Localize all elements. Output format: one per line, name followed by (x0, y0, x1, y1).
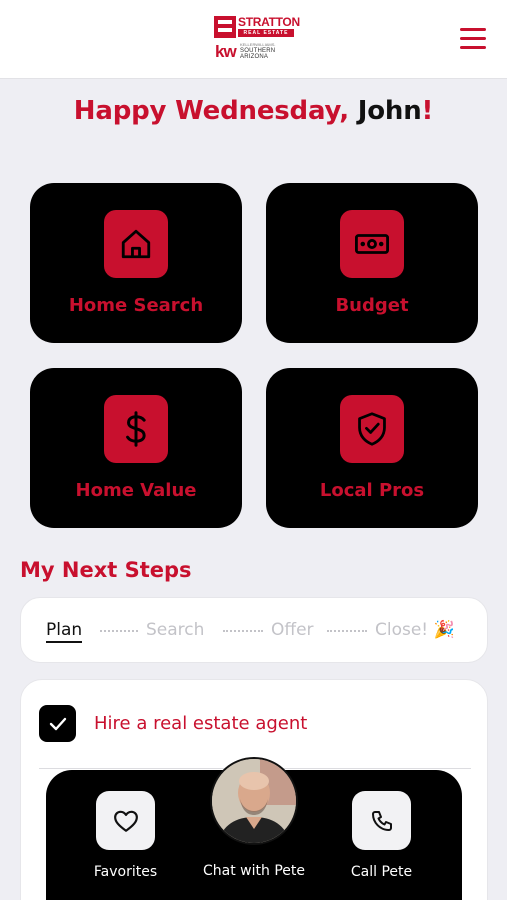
greeting-prefix: Happy Wednesday, (73, 96, 358, 126)
logo-brand: STRATTON (238, 15, 300, 29)
call-label: Call Pete (350, 864, 413, 880)
logo-office: SOUTHERN ARIZONA (240, 48, 276, 60)
step-offer[interactable]: Offer (271, 620, 314, 640)
steps-progress-card: Plan Search Offer Close! 🎉 (20, 597, 488, 663)
tile-label: Home Value (75, 480, 197, 501)
tile-label: Local Pros (319, 480, 425, 501)
tile-label: Home Search (68, 295, 204, 316)
shield-check-icon (340, 395, 404, 463)
dollar-icon (104, 395, 168, 463)
tile-home-value[interactable]: Home Value (30, 368, 242, 528)
logo-sub: REAL ESTATE (238, 29, 294, 37)
phone-icon (371, 810, 392, 831)
task-label[interactable]: Hire a real estate agent (94, 713, 307, 734)
home-icon (104, 210, 168, 278)
tile-label: Budget (335, 295, 409, 316)
tile-budget[interactable]: Budget (266, 183, 478, 343)
step-close[interactable]: Close! 🎉 (375, 620, 455, 640)
step-divider (327, 630, 367, 632)
tile-local-pros[interactable]: Local Pros (266, 368, 478, 528)
pete-avatar[interactable] (210, 757, 298, 845)
app-header: STRATTON REAL ESTATE kw KELLERWILLIAMS. … (0, 0, 507, 79)
logo-kw: kw (215, 42, 237, 61)
money-icon (340, 210, 404, 278)
tile-home-search[interactable]: Home Search (30, 183, 242, 343)
logo-office-top: KELLERWILLIAMS. (240, 42, 276, 47)
call-pete-button[interactable] (352, 791, 411, 850)
avatar-photo (212, 759, 296, 843)
stratton-kw-logo[interactable]: STRATTON REAL ESTATE kw KELLERWILLIAMS. … (214, 14, 300, 64)
logo-mark (214, 16, 236, 38)
hamburger-menu-icon[interactable] (460, 28, 486, 50)
step-divider (100, 630, 138, 632)
chat-label: Chat with Pete (203, 863, 305, 879)
greeting-suffix: ! (421, 96, 434, 126)
favorites-label: Favorites (93, 864, 158, 880)
greeting-text: Happy Wednesday, John! (0, 96, 507, 126)
task-checkbox[interactable] (39, 705, 76, 742)
step-search[interactable]: Search (146, 620, 204, 640)
step-divider (223, 630, 263, 632)
step-plan[interactable]: Plan (46, 620, 83, 643)
favorites-button[interactable] (96, 791, 155, 850)
greeting-name: John (357, 96, 422, 126)
section-title-next-steps: My Next Steps (20, 558, 192, 582)
heart-icon (113, 810, 138, 832)
